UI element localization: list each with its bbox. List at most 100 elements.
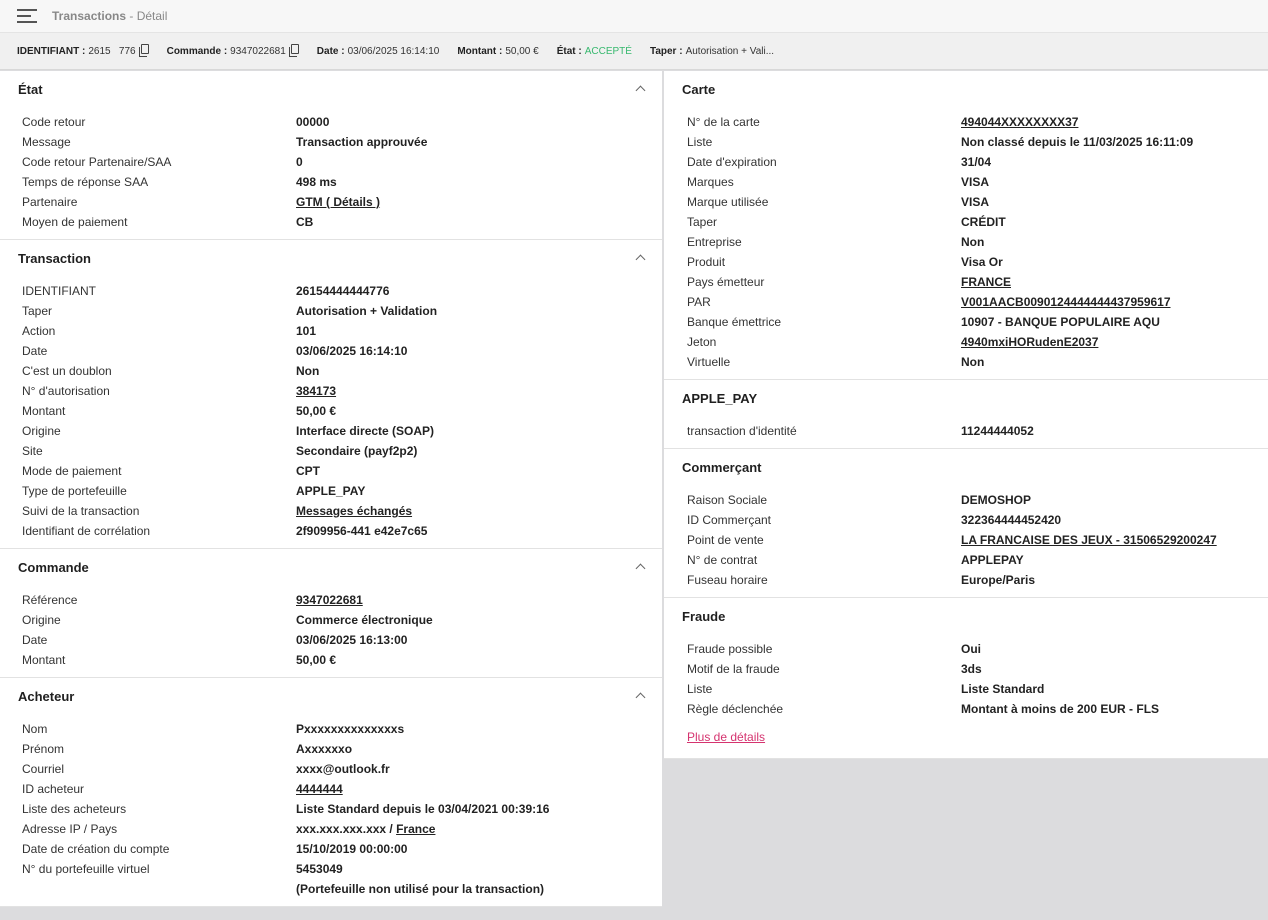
top-bar: Transactions - Détail [0,0,1268,32]
field-label: Origine [22,613,61,627]
field-label: Fraude possible [687,642,773,656]
field-link[interactable]: 9347022681 [296,593,363,607]
field-label: Mode de paiement [22,464,122,478]
left-column: État Code retour 00000 Message Transaction a… [0,71,662,907]
detail-row: Fraude possible Oui [664,639,1268,659]
panel-title: Acheteur [18,688,75,704]
field-value: Commerce électronique [296,613,433,627]
field-value: Montant à moins de 200 EUR - FLS [961,702,1160,716]
field-value: 101 [296,324,317,338]
detail-row: IDENTIFIANT 26154444444776 [0,281,662,301]
summary-key: Montant : [457,45,503,57]
field-value: CPT [296,464,320,478]
chevron-up-icon[interactable] [635,254,646,265]
detail-row: Montant 50,00 € [0,401,662,421]
field-link[interactable]: 4444444 [296,782,343,796]
field-link[interactable]: GTM ( Détails ) [296,195,380,209]
field-label: Motif de la fraude [687,662,780,676]
field-label: Montant [22,653,66,667]
field-label: Courriel [22,762,65,776]
field-value: 10907 - BANQUE POPULAIRE AQU [961,315,1160,329]
field-link[interactable]: Messages échangés [296,504,412,518]
summary-key: Commande : [166,45,228,57]
panel-header: Fraude [664,598,1268,634]
hamburger-menu-icon[interactable] [17,9,37,23]
field-value[interactable]: GTM ( Détails ) [296,195,380,209]
field-value[interactable]: FRANCE [961,275,1011,289]
detail-row: Date 03/06/2025 16:13:00 [0,630,662,650]
panel-title: APPLE_PAY [682,390,758,406]
detail-row: Taper CRÉDIT [664,212,1268,232]
field-value[interactable]: 4444444 [296,782,343,796]
field-label: Action [22,324,56,338]
field-value: VISA [961,195,990,209]
field-value: Pxxxxxxxxxxxxxxs [296,722,405,736]
field-link[interactable]: FRANCE [961,275,1011,289]
detail-row: Type de portefeuille APPLE_PAY [0,481,662,501]
field-label: N° de la carte [687,115,760,129]
panel-header[interactable]: Commande [0,549,662,585]
field-value: 498 ms [296,175,337,189]
detail-row: Origine Interface directe (SOAP) [0,421,662,441]
copy-icon[interactable] [138,44,149,57]
panel-header[interactable]: Acheteur [0,678,662,714]
detail-row: C'est un doublon Non [0,361,662,381]
field-value[interactable]: LA FRANCAISE DES JEUX - 31506529200247 [961,533,1217,547]
field-link[interactable]: V001AACB0090124444444437959617 [961,295,1171,309]
more-details-link[interactable]: Plus de détails [687,730,765,744]
field-label: Pays émetteur [687,275,765,289]
more-details: Plus de détails [664,726,1268,758]
field-value[interactable]: 384173 [296,384,336,398]
detail-row: Temps de réponse SAA 498 ms [0,172,662,192]
field-label: IDENTIFIANT [22,284,96,298]
field-label: Date [22,344,48,358]
field-label: Marque utilisée [687,195,769,209]
field-label: N° du portefeuille virtuel [22,862,150,876]
summary-key: État : [556,45,582,57]
field-label: Raison Sociale [687,493,768,507]
field-value[interactable]: 9347022681 [296,593,363,607]
field-value[interactable]: 494044XXXXXXXX37 [961,115,1078,129]
country-link[interactable]: France [396,822,435,836]
breadcrumb-detail: - Détail [126,9,168,23]
summary-item-montant: Montant :50,00 € [457,46,538,57]
panel-title: Transaction [18,250,91,266]
panel-header[interactable]: Transaction [0,240,662,276]
field-label: Jeton [687,335,717,349]
summary-value: 9347022681 [230,45,286,57]
detail-row: Action 101 [0,321,662,341]
field-value: Axxxxxxo [296,742,353,756]
field-value: Visa Or [961,255,1003,269]
panel-header[interactable]: État [0,71,662,107]
summary-item-commande: Commande :9347022681 [166,44,299,57]
field-label: Identifiant de corrélation [22,524,151,538]
field-value: Transaction approuvée [296,135,428,149]
chevron-up-icon[interactable] [635,563,646,574]
field-label: ID acheteur [22,782,85,796]
panel-rows: Référence 9347022681 Origine Commerce élect… [0,585,662,677]
panel-commande: Commande Référence 9347022681 Origine Commer… [0,549,662,678]
field-value[interactable]: 4940mxiHORudenE2037 [961,335,1098,349]
field-label: N° d'autorisation [22,384,110,398]
field-value: 15/10/2019 00:00:00 [296,842,408,856]
detail-row: Référence 9347022681 [0,590,662,610]
chevron-up-icon[interactable] [635,692,646,703]
chevron-up-icon[interactable] [635,85,646,96]
field-value[interactable]: Messages échangés [296,504,412,518]
field-label: PAR [687,295,711,309]
detail-row: Point de vente LA FRANCAISE DES JEUX - 31… [664,530,1268,550]
detail-row: Banque émettrice 10907 - BANQUE POPULAIRE… [664,312,1268,332]
field-value: Autorisation + Validation [296,304,438,318]
field-link[interactable]: LA FRANCAISE DES JEUX - 31506529200247 [961,533,1217,547]
field-link[interactable]: 4940mxiHORudenE2037 [961,335,1098,349]
detail-row: Nom Pxxxxxxxxxxxxxxs [0,719,662,739]
detail-row: Entreprise Non [664,232,1268,252]
field-link[interactable]: 384173 [296,384,336,398]
field-link[interactable]: 494044XXXXXXXX37 [961,115,1078,129]
copy-icon[interactable] [288,44,299,57]
field-value[interactable]: V001AACB0090124444444437959617 [961,295,1171,309]
breadcrumb-transactions[interactable]: Transactions [52,9,126,23]
field-value: 00000 [296,115,330,129]
field-label: Site [22,444,43,458]
summary-value: 2615 776 [88,45,136,57]
